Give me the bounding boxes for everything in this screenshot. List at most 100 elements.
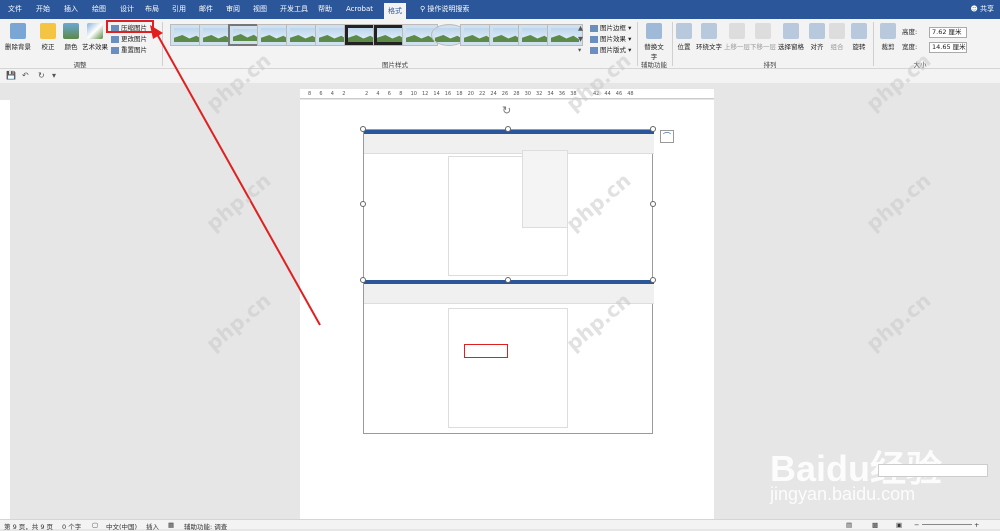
tab-help[interactable]: 帮助 [314,0,336,19]
separator [162,22,163,66]
group-label: 组合 [830,43,844,51]
tab-developer[interactable]: 开发工具 [276,0,312,19]
gallery-more-icon[interactable]: ▾ [578,45,581,55]
compress-label: 压缩图片 [121,24,147,32]
picture-effects-label: 图片效果 [600,35,626,43]
ruler-tick-label: 14 [433,91,440,97]
corrections-label: 校正 [41,43,55,51]
width-input[interactable]: 14.65 厘米 [929,42,967,53]
tab-format[interactable]: 格式 [384,3,406,19]
print-layout-icon[interactable]: ▩ [872,521,878,529]
tab-design[interactable]: 设计 [116,0,138,19]
remove-background-button[interactable]: 删除背景 [3,23,33,51]
color-button[interactable]: 颜色 [60,23,82,51]
resize-handle[interactable] [360,201,366,207]
ruler-tick-label: 4 [376,91,380,97]
insert-mode-indicator[interactable]: 插入 [146,521,159,531]
resize-handle[interactable] [360,277,366,283]
tab-insert[interactable]: 插入 [60,0,82,19]
artistic-effects-button[interactable]: 艺术效果 [81,23,109,51]
ruler-tick-label: 2 [365,91,369,97]
send-backward-button[interactable]: 下移一层 [750,23,776,51]
align-button[interactable]: 对齐 [808,23,826,51]
save-icon[interactable]: 💾 [6,71,16,80]
ruler-tick-label: 6 [387,91,391,97]
rotate-label: 旋转 [852,43,866,51]
ruler-tick-label: 2 [342,91,346,97]
resize-handle[interactable] [650,277,656,283]
picture-border-label: 图片边框 [600,24,626,32]
proofing-icon[interactable]: ▢ [92,521,98,529]
tell-me-search[interactable]: ⚲ 操作说明搜索 [416,0,473,19]
macro-icon[interactable]: ▦ [168,521,174,529]
picture-border-button[interactable]: 图片边框 ▾ [590,23,631,33]
compress-pictures-button[interactable]: 压缩图片 [111,23,147,33]
change-picture-button[interactable]: 更改图片 [111,34,147,44]
web-layout-icon[interactable]: ▣ [896,521,902,529]
redo-icon[interactable]: ↻ [38,71,45,80]
corrections-button[interactable]: 校正 [37,23,59,51]
gallery-down-icon[interactable]: ▼ [578,34,583,44]
word-count: 0 个字 [62,523,82,531]
group-button[interactable]: 组合 [828,23,846,51]
selection-pane-label: 选择窗格 [778,43,804,51]
undo-icon[interactable]: ↶ [22,71,29,80]
gallery-up-icon[interactable]: ▲ [578,23,583,33]
picture-layout-icon [590,46,598,54]
language-indicator[interactable]: 中文(中国) [106,521,137,531]
wrap-text-icon [701,23,717,39]
height-label: 高度: [902,28,918,36]
tab-layout[interactable]: 布局 [141,0,163,19]
read-mode-icon[interactable]: ▤ [846,521,852,529]
bring-forward-icon [729,23,745,39]
quick-access-toolbar: 💾 ↶ ↻ ▾ [0,69,1000,83]
ruler-tick-label: 8 [399,91,403,97]
zoom-in-icon[interactable]: + [974,521,979,529]
crop-icon [880,23,896,39]
zoom-out-icon[interactable]: − [914,521,919,529]
resize-handle[interactable] [650,201,656,207]
tab-mailings[interactable]: 邮件 [195,0,217,19]
height-input[interactable]: 7.62 厘米 [929,27,967,38]
change-picture-label: 更改图片 [121,35,147,43]
resize-handle[interactable] [505,277,511,283]
tab-file[interactable]: 文件 [4,0,26,19]
tab-home[interactable]: 开始 [32,0,54,19]
position-button[interactable]: 位置 [674,23,694,51]
resize-handle[interactable] [650,126,656,132]
share-label: 共享 [980,5,994,13]
selection-pane-icon [783,23,799,39]
change-picture-icon [111,35,119,43]
alt-text-button[interactable]: 替换文字 [642,23,666,61]
tab-draw[interactable]: 绘图 [88,0,110,19]
rotate-button[interactable]: 旋转 [850,23,868,51]
ruler-tick-label: 34 [547,91,554,97]
crop-button[interactable]: 裁剪 [878,23,898,51]
accessibility-status[interactable]: 辅助功能: 调查 [184,521,227,531]
ruler-tick-label: 4 [330,91,334,97]
picture-effects-button[interactable]: 图片效果 ▾ [590,34,631,44]
customize-qat-icon[interactable]: ▾ [52,71,56,80]
ruler-tick-label: 24 [490,91,497,97]
bring-forward-button[interactable]: 上移一层 [724,23,750,51]
picture-content-highlight-box [464,344,508,358]
bring-forward-label: 上移一层 [724,43,750,51]
wrap-text-button[interactable]: 环绕文字 [694,23,724,51]
arrange-group-label: 排列 [763,61,777,69]
resize-handle[interactable] [360,126,366,132]
ruler-tick-label: 6 [319,91,323,97]
tab-view[interactable]: 视图 [249,0,271,19]
share-button[interactable]: ☻ 共享 [970,0,994,19]
tab-references[interactable]: 引用 [168,0,190,19]
tab-review[interactable]: 审阅 [222,0,244,19]
selection-pane-button[interactable]: 选择窗格 [776,23,806,51]
rotate-handle-icon[interactable]: ↻ [502,104,511,117]
width-label: 宽度: [902,43,918,51]
tab-acrobat[interactable]: Acrobat [342,0,377,19]
resize-handle[interactable] [505,126,511,132]
layout-options-icon[interactable]: ⌒ [660,130,674,143]
picture-effects-icon [590,35,598,43]
ruler-tick-label: 8 [308,91,312,97]
reset-picture-button[interactable]: 重置图片 [111,45,147,55]
zoom-slider[interactable] [922,524,972,525]
